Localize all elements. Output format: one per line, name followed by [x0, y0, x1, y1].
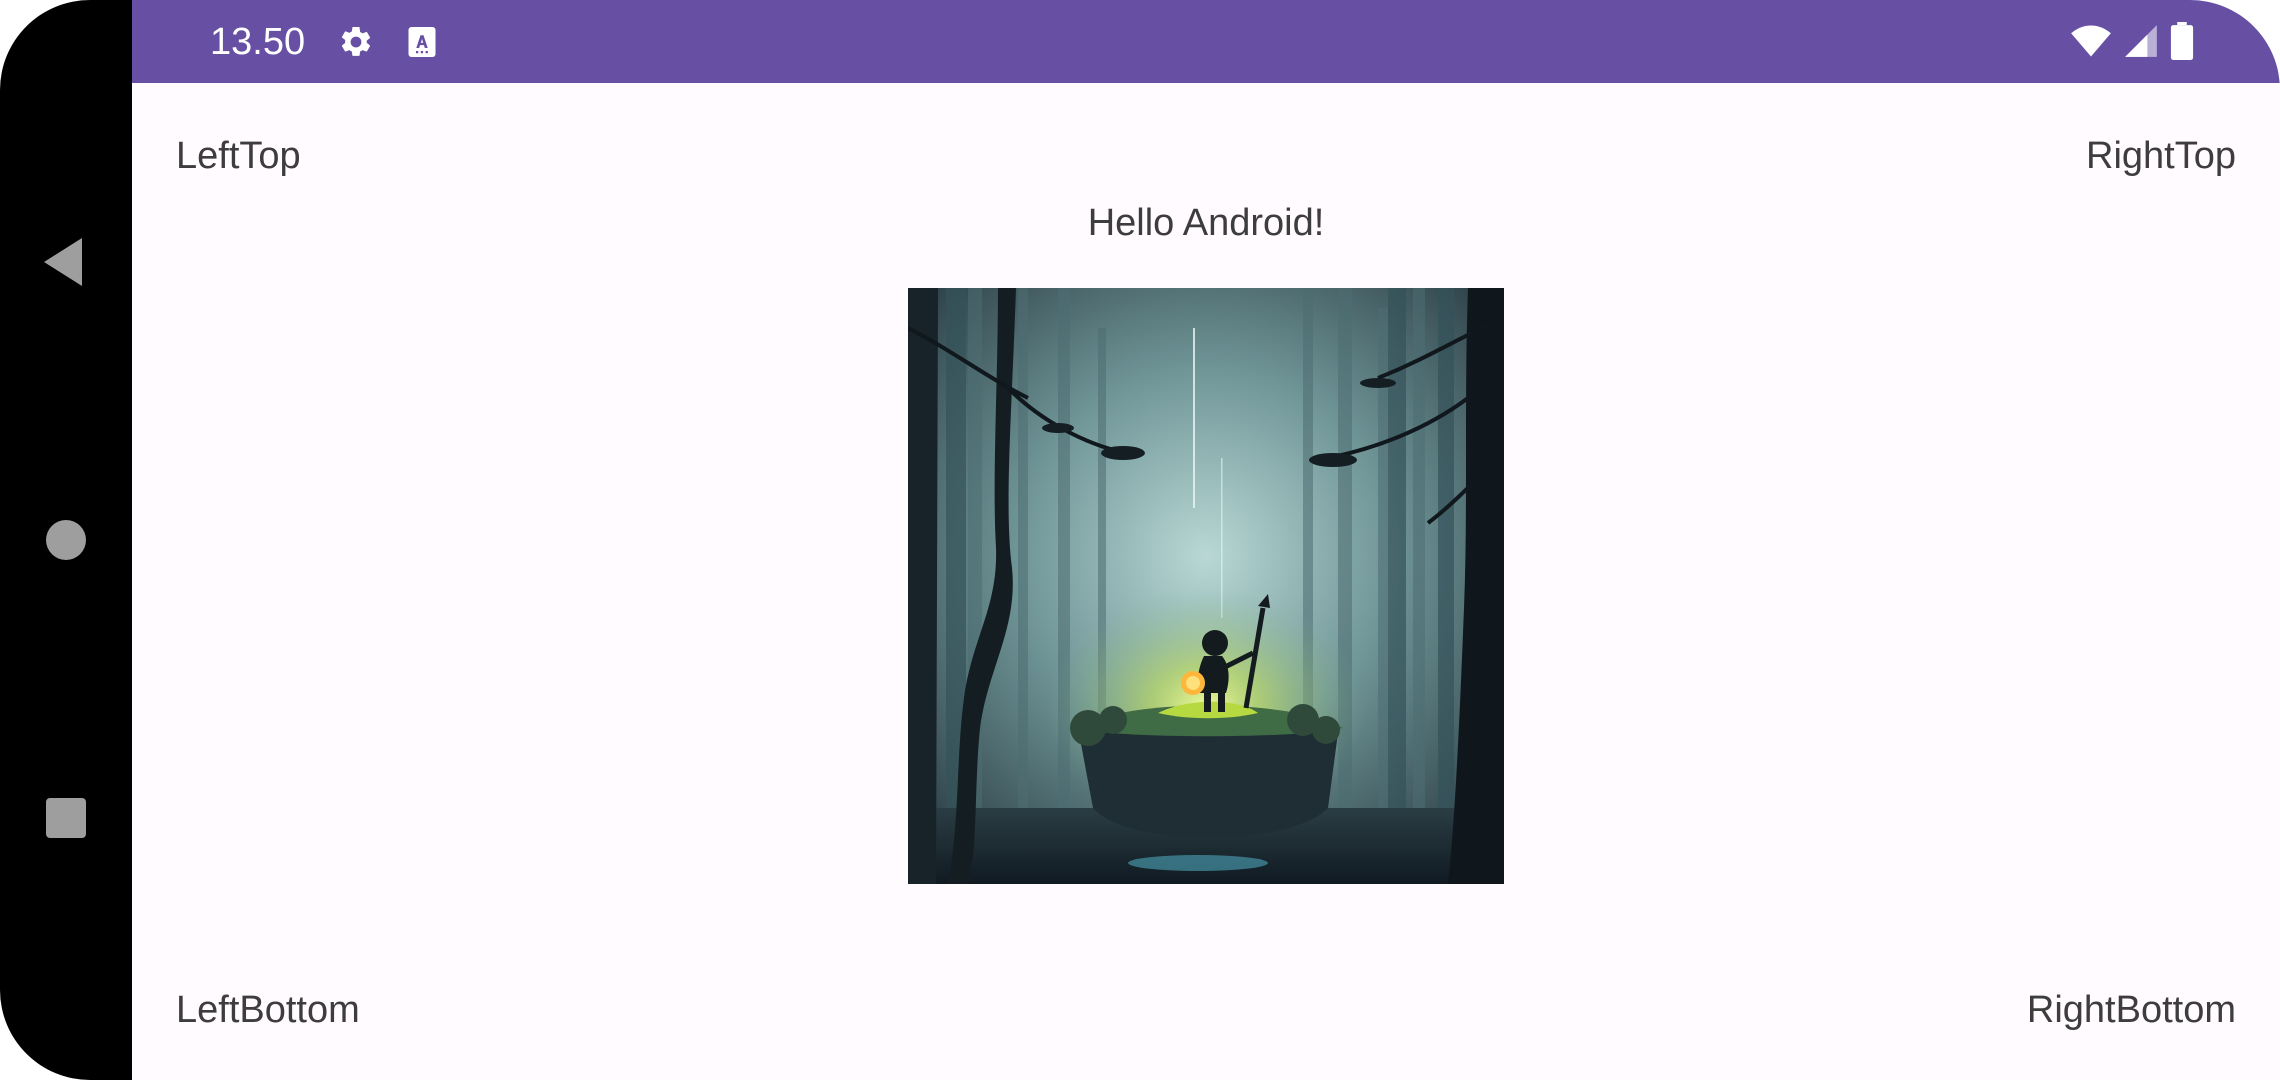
battery-icon [2170, 22, 2194, 60]
android-device: 13.50 LeftTop RightTop Hello Android! Le… [0, 0, 2280, 1080]
cellular-signal-icon [2125, 25, 2157, 57]
recents-button[interactable] [40, 792, 92, 844]
forest-illustration [908, 288, 1504, 884]
wifi-icon [2071, 25, 2111, 57]
home-button[interactable] [40, 514, 92, 566]
back-button[interactable] [40, 236, 92, 288]
auto-text-icon [408, 27, 436, 57]
recents-icon [46, 798, 86, 838]
navigation-bar [0, 0, 132, 1080]
right-bottom-label: RightBottom [2026, 989, 2236, 1031]
right-top-label: RightTop [2086, 135, 2236, 177]
greeting-text: Hello Android! [1087, 202, 1325, 244]
left-top-label: LeftTop [176, 135, 301, 177]
app-screen: 13.50 LeftTop RightTop Hello Android! Le… [132, 0, 2280, 1080]
status-bar: 13.50 [132, 0, 2280, 83]
home-icon [46, 520, 86, 560]
back-icon [44, 238, 82, 286]
left-bottom-label: LeftBottom [176, 989, 360, 1031]
status-time: 13.50 [210, 21, 306, 63]
system-indicators [2070, 22, 2194, 60]
settings-gear-icon [341, 26, 371, 56]
